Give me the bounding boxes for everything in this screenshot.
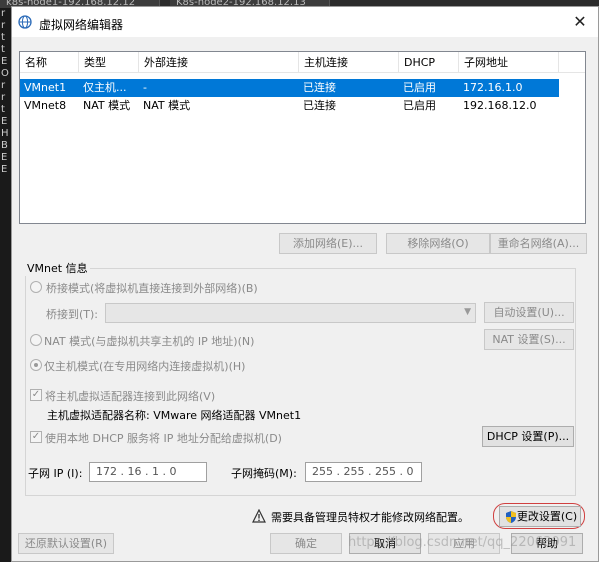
virtual-network-editor-dialog: 虚拟网络编辑器 ✕ 名称 类型 外部连接 主机连接 DHCP 子网地址 VMne… [11,6,599,562]
host-only-label: 仅主机模式(在专用网络内连接虚拟机)(H) [44,360,246,373]
use-dhcp-checkbox[interactable]: ✓ [30,431,42,443]
change-settings-label: 更改设置(C) [516,510,578,523]
column-header-host[interactable]: 主机连接 [299,52,399,73]
bridge-to-select[interactable]: ▼ [105,303,476,323]
row-dhcp: 已启用 [403,99,436,112]
watermark-text: https://blog.csdn.net/qq_22063091 [348,535,577,550]
add-network-button[interactable]: 添加网络(E)... [279,233,377,254]
row-host: 已连接 [303,99,336,112]
row-dhcp: 已启用 [403,81,436,94]
row-external: - [143,81,147,94]
rename-network-button[interactable]: 重命名网络(A)... [490,233,587,254]
column-header-type[interactable]: 类型 [79,52,139,73]
connect-adapter-checkbox[interactable]: ✓ [30,389,42,401]
warning-icon [252,509,266,523]
change-settings-button[interactable]: 更改设置(C) [499,506,581,527]
row-subnet: 172.16.1.0 [463,81,523,94]
host-only-radio[interactable] [30,359,42,371]
subnet-ip-field[interactable]: 172 . 16 . 1 . 0 [89,462,207,482]
nat-mode-radio[interactable] [30,334,42,346]
admin-notice-text: 需要具备管理员特权才能修改网络配置。 [271,511,469,524]
column-header-external[interactable]: 外部连接 [139,52,299,73]
list-header: 名称 类型 外部连接 主机连接 DHCP 子网地址 [20,52,585,73]
network-globe-icon [18,15,32,29]
row-external: NAT 模式 [143,99,191,112]
row-subnet: 192.168.12.0 [463,99,537,112]
row-name: VMnet8 [24,99,67,112]
connect-adapter-label: 将主机虚拟适配器连接到此网络(V) [45,390,216,403]
bridge-mode-label: 桥接模式(将虚拟机直接连接到外部网络)(B) [46,282,258,295]
subnet-mask-field[interactable]: 255 . 255 . 255 . 0 [305,462,422,482]
nat-mode-label: NAT 模式(与虚拟机共享主机的 IP 地址)(N) [44,335,255,348]
uac-shield-icon [506,511,516,523]
network-list[interactable]: 名称 类型 外部连接 主机连接 DHCP 子网地址 VMnet1 仅主机... … [19,51,586,224]
subnet-mask-label: 子网掩码(M): [231,467,297,480]
row-name: VMnet1 [24,81,67,94]
restore-defaults-button[interactable]: 还原默认设置(R) [18,533,114,554]
use-dhcp-label: 使用本地 DHCP 服务将 IP 地址分配给虚拟机(D) [45,432,282,445]
row-type: 仅主机... [83,81,127,94]
column-header-subnet[interactable]: 子网地址 [459,52,559,73]
vmnet-info-label: VMnet 信息 [25,260,90,276]
column-header-dhcp[interactable]: DHCP [399,52,459,73]
subnet-ip-label: 子网 IP (I): [28,467,83,480]
close-icon[interactable]: ✕ [570,12,590,32]
remove-network-button[interactable]: 移除网络(O) [386,233,490,254]
bridge-to-label: 桥接到(T): [46,308,99,321]
bridge-mode-radio[interactable] [30,281,42,293]
title-bar[interactable]: 虚拟网络编辑器 ✕ [12,7,598,37]
table-row[interactable]: VMnet8 NAT 模式 NAT 模式 已连接 已启用 192.168.12.… [20,97,559,115]
column-header-name[interactable]: 名称 [20,52,79,73]
adapter-name-label: 主机虚拟适配器名称: VMware 网络适配器 VMnet1 [47,409,302,422]
dialog-title: 虚拟网络编辑器 [39,18,124,32]
ok-button[interactable]: 确定 [270,533,342,554]
row-host: 已连接 [303,81,336,94]
auto-settings-button[interactable]: 自动设置(U)... [484,302,574,323]
row-type: NAT 模式 [83,99,131,112]
table-row[interactable]: VMnet1 仅主机... - 已连接 已启用 172.16.1.0 [20,79,559,97]
chevron-down-icon: ▼ [464,307,471,317]
dhcp-settings-button[interactable]: DHCP 设置(P)... [482,426,574,447]
nat-settings-button[interactable]: NAT 设置(S)... [484,329,574,350]
